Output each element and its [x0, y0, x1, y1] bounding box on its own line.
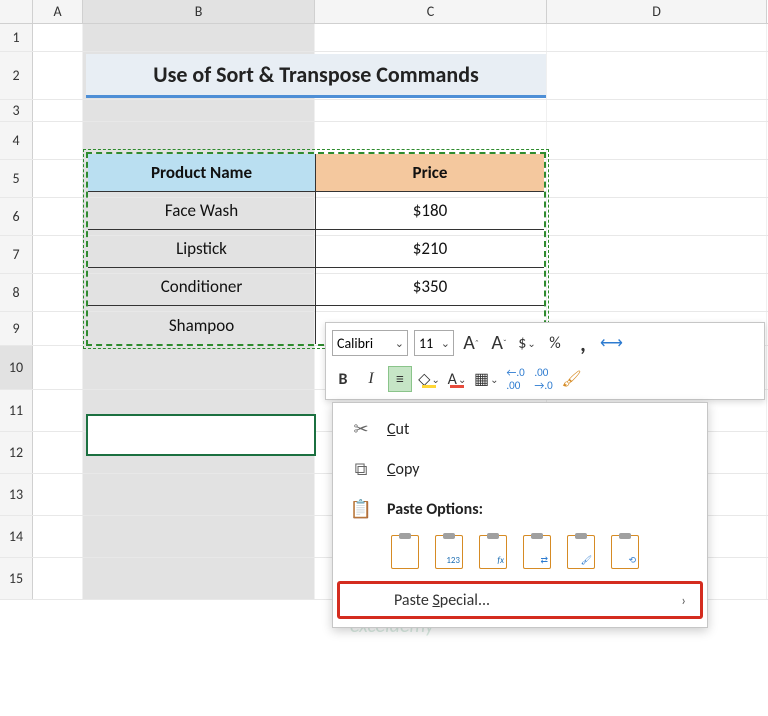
bold-button[interactable]: B [332, 366, 354, 392]
cut-menu-item[interactable]: ✂ CuCutt [333, 409, 707, 449]
chevron-right-icon: › [681, 592, 686, 609]
format-painter-button[interactable]: 🖌 [561, 366, 583, 392]
paste-special-menu-item[interactable]: Paste Special... › [337, 581, 703, 619]
row-header-11[interactable]: 11 [0, 390, 33, 431]
paste-special-label: Paste Special... [394, 591, 490, 610]
row-header-14[interactable]: 14 [0, 516, 33, 557]
column-headers: A B C D [0, 0, 768, 24]
active-cell-b10[interactable] [86, 414, 316, 456]
row-header-9[interactable]: 9 [0, 312, 33, 345]
row-header-1[interactable]: 1 [0, 24, 33, 51]
col-header-B[interactable]: B [83, 0, 315, 23]
cell-product[interactable]: Lipstick [88, 230, 316, 267]
cell-price[interactable]: $210 [316, 230, 544, 267]
align-center-button[interactable]: ≡ [388, 366, 412, 392]
paste-options-row: 123 fx ⇄ 🖌 ⟲ [333, 529, 707, 579]
row-header-12[interactable]: 12 [0, 432, 33, 473]
cell-product[interactable]: Face Wash [88, 192, 316, 229]
clipboard-icon: 📋 [347, 498, 375, 520]
copy-label: Copy [387, 460, 420, 479]
copy-menu-item[interactable]: ⧉ Copy [333, 449, 707, 489]
table-row[interactable]: Conditioner $350 [88, 268, 544, 306]
row-header-4[interactable]: 4 [0, 122, 33, 159]
comma-style-button[interactable]: , [572, 330, 594, 356]
table-row[interactable]: Face Wash $180 [88, 192, 544, 230]
paste-transpose-button[interactable]: ⇄ [519, 532, 555, 572]
paste-link-button[interactable]: ⟲ [607, 532, 643, 572]
cell-price[interactable]: $350 [316, 268, 544, 305]
row-header-15[interactable]: 15 [0, 558, 33, 599]
mini-toolbar: Calibri 11 Aˆ Aˇ $ % , ⟷ B I ≡ ◇ A ▦ ←.0… [325, 322, 765, 400]
table-header-product[interactable]: Product Name [88, 154, 316, 191]
grow-font-button[interactable]: Aˆ [460, 330, 482, 356]
copy-icon: ⧉ [347, 458, 375, 480]
font-color-button[interactable]: A [446, 366, 468, 392]
cell-product[interactable]: Shampoo [88, 306, 316, 344]
currency-button[interactable]: $ [516, 330, 538, 356]
table-row[interactable]: Lipstick $210 [88, 230, 544, 268]
row-header-10[interactable]: 10 [0, 346, 33, 389]
paste-default-button[interactable] [387, 532, 423, 572]
table-header-price[interactable]: Price [316, 154, 544, 191]
data-table-selection[interactable]: Product Name Price Face Wash $180 Lipsti… [86, 152, 546, 346]
col-header-C[interactable]: C [315, 0, 547, 23]
cell-product[interactable]: Conditioner [88, 268, 316, 305]
row-header-7[interactable]: 7 [0, 236, 33, 273]
row-header-13[interactable]: 13 [0, 474, 33, 515]
font-name-combo[interactable]: Calibri [332, 330, 408, 356]
paste-formatting-button[interactable]: 🖌 [563, 532, 599, 572]
row-header-5[interactable]: 5 [0, 160, 33, 197]
font-size-combo[interactable]: 11 [414, 330, 454, 356]
cell-price[interactable]: $180 [316, 192, 544, 229]
paste-formulas-button[interactable]: fx [475, 532, 511, 572]
row-header-2[interactable]: 2 [0, 52, 33, 99]
italic-button[interactable]: I [360, 366, 382, 392]
spreadsheet-area: A B C D 1 2 3 4 5 6 7 8 9 10 11 12 13 14… [0, 0, 768, 716]
shrink-font-button[interactable]: Aˇ [488, 330, 510, 356]
decrease-decimal-button[interactable]: .00→.0 [533, 366, 555, 392]
col-header-D[interactable]: D [547, 0, 767, 23]
paste-options-label: 📋 Paste Options: [333, 489, 707, 529]
percent-button[interactable]: % [544, 330, 566, 356]
border-button[interactable]: ▦ [474, 366, 499, 392]
row-header-8[interactable]: 8 [0, 274, 33, 311]
page-title: Use of Sort & Transpose Commands [86, 54, 546, 98]
context-menu: ✂ CuCutt ⧉ Copy 📋 Paste Options: 123 fx … [332, 402, 708, 628]
col-header-A[interactable]: A [33, 0, 83, 23]
fill-color-button[interactable]: ◇ [418, 366, 440, 392]
paste-options-text: Paste Options: [387, 500, 483, 519]
select-all-corner[interactable] [0, 0, 33, 23]
cut-label: CuCutt [387, 420, 409, 439]
increase-decimal-button[interactable]: ←.0.00 [505, 366, 527, 392]
row-header-6[interactable]: 6 [0, 198, 33, 235]
row-header-3[interactable]: 3 [0, 100, 33, 121]
paste-values-button[interactable]: 123 [431, 532, 467, 572]
autofit-button[interactable]: ⟷ [600, 330, 623, 356]
scissors-icon: ✂ [347, 418, 375, 440]
